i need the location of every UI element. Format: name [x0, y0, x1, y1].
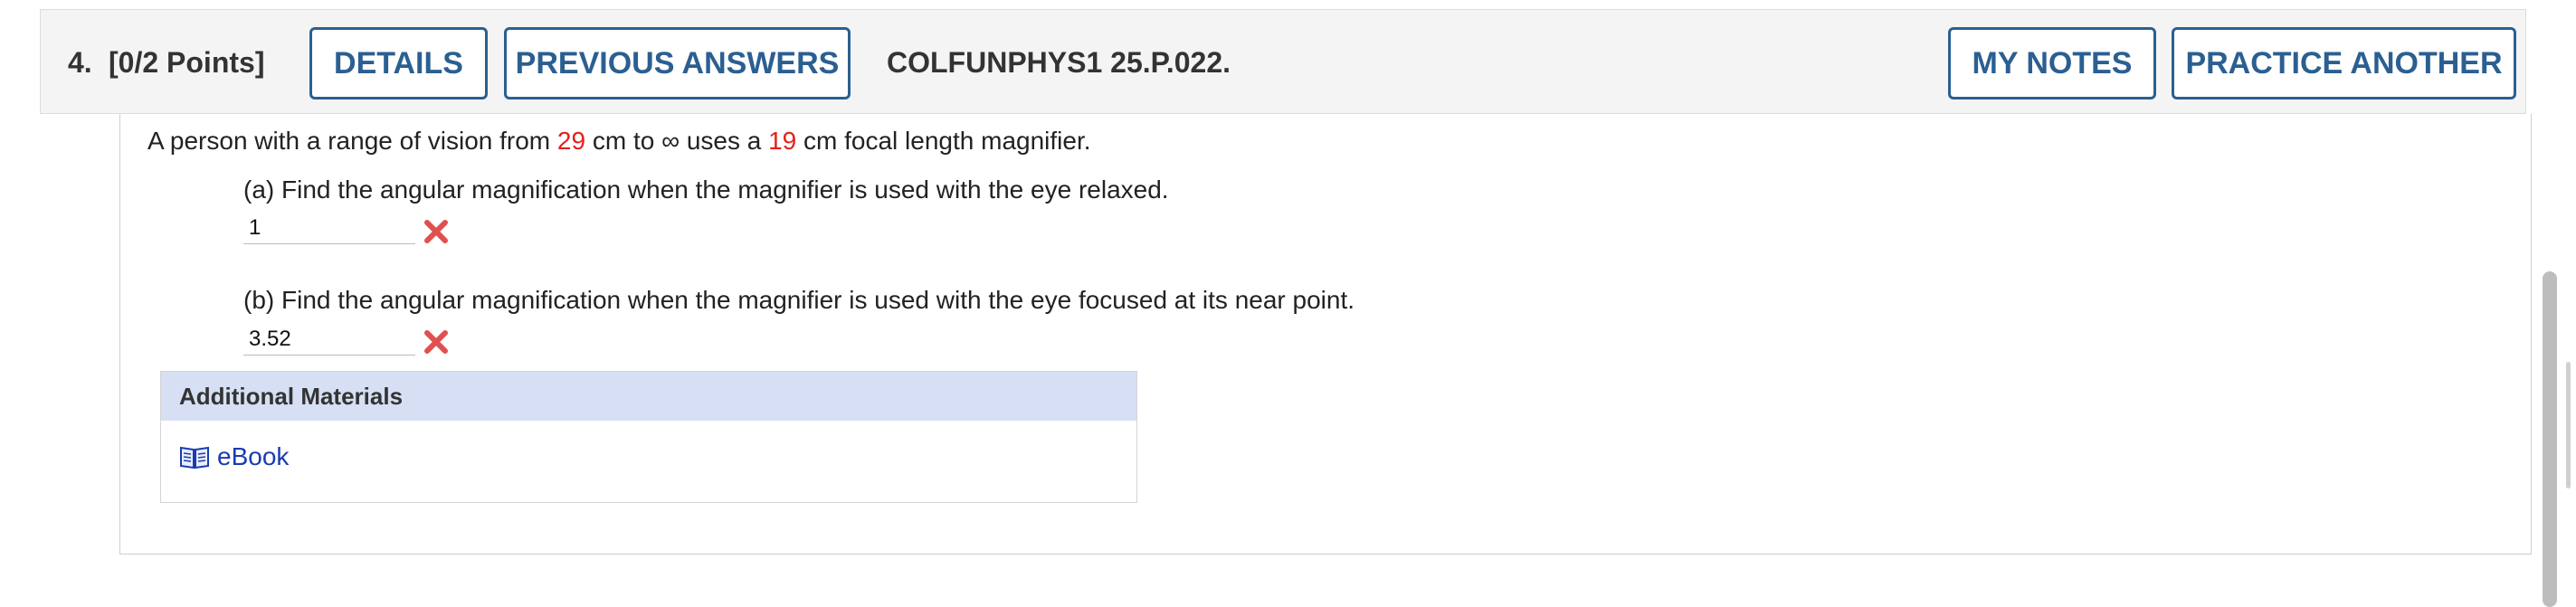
problem-text-1: A person with a range of vision from: [147, 127, 557, 155]
question-number: 4.: [68, 46, 92, 79]
question-body: A person with a range of vision from 29 …: [119, 114, 2532, 555]
part-b-prompt: (b) Find the angular magnification when …: [243, 286, 1355, 314]
part-a-answer-input[interactable]: [243, 212, 415, 244]
additional-materials-panel: Additional Materials eBook: [160, 371, 1137, 503]
additional-materials-header: Additional Materials: [161, 372, 1136, 421]
practice-another-button[interactable]: PRACTICE ANOTHER: [2172, 27, 2516, 100]
ebook-label: eBook: [217, 442, 290, 470]
problem-text-2: cm to ∞ uses a: [585, 127, 769, 155]
part-b-answer-input[interactable]: [243, 323, 415, 356]
incorrect-x-icon: [424, 330, 448, 354]
incorrect-x-icon: [424, 220, 448, 243]
previous-answers-button[interactable]: PREVIOUS ANSWERS: [504, 27, 851, 100]
problem-text-3: cm focal length magnifier.: [796, 127, 1091, 155]
page-scrollbar[interactable]: [2543, 271, 2557, 607]
ebook-link[interactable]: eBook: [179, 442, 289, 471]
near-point-value: 29: [556, 127, 586, 155]
question-code: COLFUNPHYS1 25.P.022.: [887, 46, 1231, 79]
book-icon: [180, 446, 209, 469]
part-a-prompt: (a) Find the angular magnification when …: [243, 175, 1169, 204]
focal-length-value: 19: [768, 127, 797, 155]
question-points: [0/2 Points]: [109, 46, 265, 79]
problem-statement: A person with a range of vision from 29 …: [147, 127, 1091, 156]
scrollbar-edge: [2566, 362, 2571, 488]
question-header: 4. [0/2 Points] DETAILS PREVIOUS ANSWERS…: [40, 9, 2526, 114]
my-notes-button[interactable]: MY NOTES: [1948, 27, 2156, 100]
details-button[interactable]: DETAILS: [309, 27, 488, 100]
